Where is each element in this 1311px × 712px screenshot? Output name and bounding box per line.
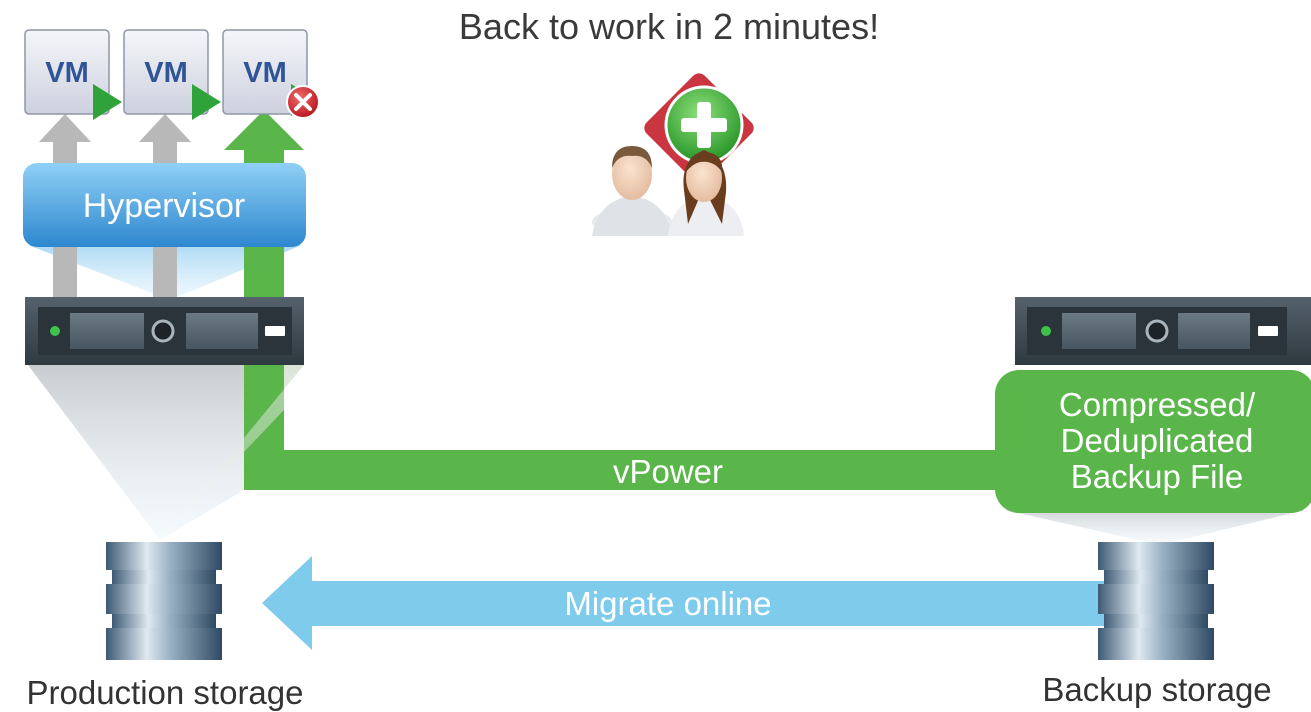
vpower-label: vPower — [613, 453, 723, 490]
backup-file-line2: Deduplicated — [1061, 422, 1254, 459]
headline: Back to work in 2 minutes! — [459, 6, 879, 47]
backup-storage-label: Backup storage — [1042, 671, 1271, 708]
vm-3: VM — [222, 29, 320, 119]
backup-file-line3: Backup File — [1071, 458, 1243, 495]
backup-file-line1: Compressed/ — [1059, 386, 1256, 423]
vm-2-label: VM — [144, 57, 188, 89]
migrate-label: Migrate online — [564, 585, 771, 622]
power-led — [1041, 326, 1051, 336]
vm-1-label: VM — [45, 57, 89, 89]
vm-2: VM — [123, 29, 221, 120]
production-storage-label: Production storage — [26, 674, 303, 711]
production-cone — [28, 365, 244, 540]
vm-3-label: VM — [243, 57, 287, 89]
production-server — [25, 297, 304, 365]
backup-cone — [1005, 510, 1305, 545]
hypervisor-box: Hypervisor — [23, 163, 306, 247]
error-icon — [286, 85, 320, 119]
hypervisor-label: Hypervisor — [83, 187, 245, 225]
power-led — [50, 326, 60, 336]
users-icon — [592, 73, 754, 236]
backup-storage-icon — [1098, 542, 1214, 660]
backup-server — [1015, 297, 1311, 365]
production-storage-icon — [106, 542, 222, 660]
vpower-diagram: Back to work in 2 minutes! Hypervisor VM… — [23, 6, 1311, 711]
vm-1: VM — [24, 29, 122, 120]
backup-file-box: Compressed/ Deduplicated Backup File — [995, 370, 1311, 513]
